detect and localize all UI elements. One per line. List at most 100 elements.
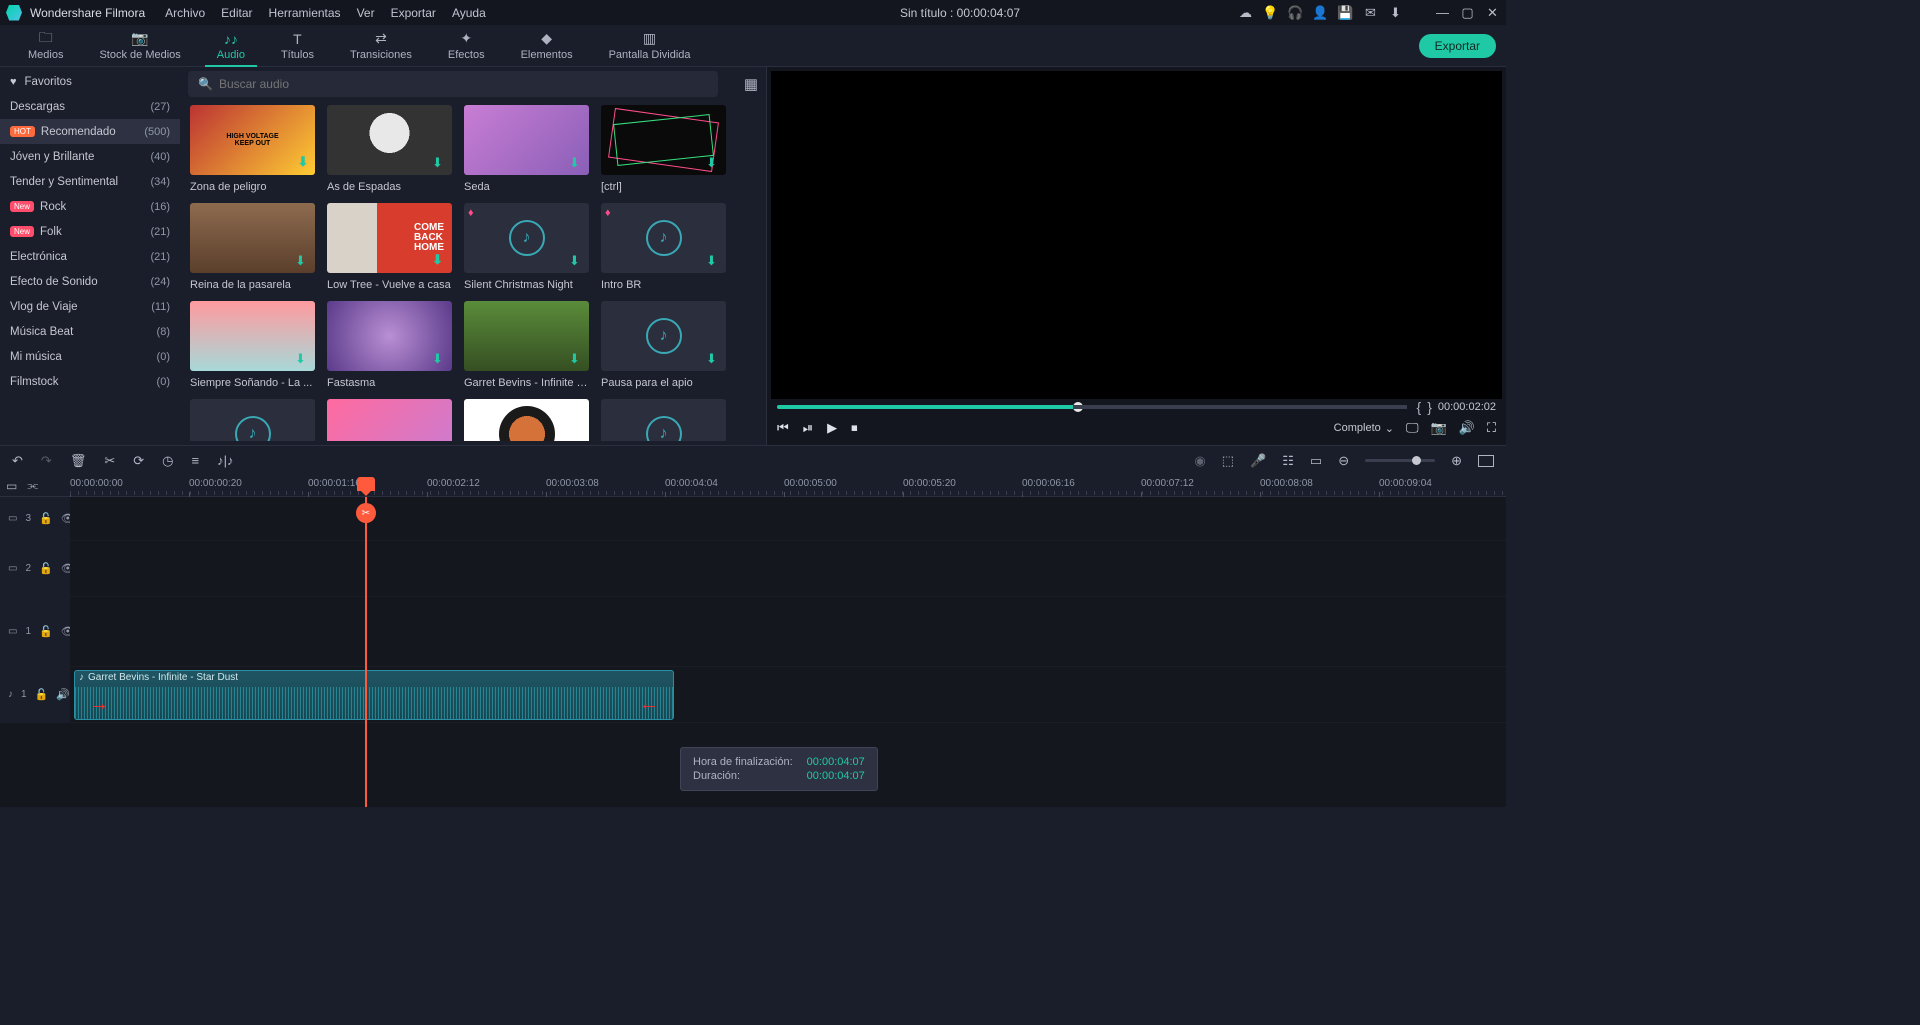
tab-transiciones[interactable]: ⇄Transiciones (332, 28, 430, 64)
sidebar-item[interactable]: ♥Favoritos (0, 69, 180, 94)
lock-icon[interactable]: 🔓 (39, 562, 53, 575)
snapshot-icon[interactable]: 📷 (1431, 420, 1447, 436)
zoom-slider[interactable] (1365, 459, 1435, 462)
download-icon[interactable]: ⬇ (295, 351, 311, 367)
asset-thumb[interactable]: ♦♪⬇ (464, 203, 589, 273)
speaker-icon[interactable]: 🔊 (56, 688, 70, 701)
lock-icon[interactable]: 🔓 (35, 688, 49, 701)
play-pause-icon[interactable]: ⏯ (803, 420, 813, 436)
minimize-icon[interactable]: — (1435, 5, 1450, 20)
scrubber-handle[interactable] (1073, 402, 1083, 412)
asset-item[interactable]: ⬇Cinta Roja (464, 399, 589, 441)
asset-item[interactable]: ♪⬇Pausa para el apio (601, 301, 726, 389)
zoom-out-icon[interactable]: ⊖ (1338, 453, 1349, 469)
playhead-head[interactable] (357, 477, 375, 491)
asset-item[interactable]: ⬇Fastasma (327, 301, 452, 389)
download-icon[interactable]: ⬇ (295, 155, 311, 171)
sidebar-item[interactable]: HOTRecomendado(500) (0, 119, 180, 144)
tab-títulos[interactable]: TTítulos (263, 28, 332, 64)
asset-thumb[interactable]: ♦♪⬇ (601, 203, 726, 273)
menu-archivo[interactable]: Archivo (157, 6, 213, 20)
zoom-handle[interactable] (1412, 456, 1421, 465)
zoom-fit-icon[interactable] (1478, 455, 1494, 467)
audio-clip[interactable]: ♪Garret Bevins - Infinite - Star Dust → … (74, 670, 674, 720)
prev-frame-icon[interactable]: ⏮ (777, 420, 789, 436)
close-icon[interactable]: ✕ (1485, 5, 1500, 20)
asset-item[interactable]: ♪⬇Disparo láser (190, 399, 315, 441)
headphones-icon[interactable]: 🎧 (1288, 5, 1303, 20)
sidebar-item[interactable]: Filmstock(0) (0, 369, 180, 394)
stop-icon[interactable]: ⏹ (851, 420, 858, 436)
menu-exportar[interactable]: Exportar (383, 6, 444, 20)
save-icon[interactable]: 💾 (1338, 5, 1353, 20)
menu-ver[interactable]: Ver (349, 6, 383, 20)
download-icon[interactable]: ⬇ (706, 351, 722, 367)
redo-icon[interactable]: ↷ (41, 453, 52, 469)
track-body[interactable] (70, 541, 1506, 596)
asset-item[interactable]: ♪⬇Mouse click (601, 399, 726, 441)
render-icon[interactable]: ▭ (1310, 453, 1322, 469)
asset-thumb[interactable]: COMEBACKHOME⬇ (327, 203, 452, 273)
undo-icon[interactable]: ↶ (12, 453, 23, 469)
asset-item[interactable]: ⬇Garret Bevins - Infinite - ... (464, 301, 589, 389)
tab-medios[interactable]: 🗀Medios (10, 28, 81, 64)
export-button[interactable]: Exportar (1419, 34, 1496, 58)
mail-icon[interactable]: ✉ (1363, 5, 1378, 20)
adjust-icon[interactable]: ≡ (191, 453, 199, 468)
duration-icon[interactable]: ◷ (162, 453, 173, 469)
asset-thumb[interactable]: ⬇ (601, 105, 726, 175)
track-body[interactable]: ♪Garret Bevins - Infinite - Star Dust → … (70, 667, 1506, 722)
playhead-cut-icon[interactable]: ✂ (356, 503, 376, 523)
sidebar-item[interactable]: Tender y Sentimental(34) (0, 169, 180, 194)
asset-thumb[interactable]: ♪⬇ (190, 399, 315, 441)
lightbulb-icon[interactable]: 💡 (1263, 5, 1278, 20)
asset-item[interactable]: HIGH VOLTAGEKEEP OUT⬇Zona de peligro (190, 105, 315, 193)
asset-item[interactable]: ⬇No lo detengas (327, 399, 452, 441)
play-icon[interactable]: ▶ (827, 420, 837, 436)
lock-icon[interactable]: 🔓 (39, 625, 53, 638)
marker-icon[interactable]: ⬚ (1222, 453, 1234, 469)
tab-pantalla-dividida[interactable]: ▥Pantalla Dividida (591, 28, 709, 64)
sidebar-item[interactable]: Vlog de Viaje(11) (0, 294, 180, 319)
user-icon[interactable]: 👤 (1313, 5, 1328, 20)
asset-item[interactable]: ⬇Seda (464, 105, 589, 193)
search-box[interactable]: 🔍 (188, 71, 718, 97)
tab-stock-de-medios[interactable]: 📷Stock de Medios (81, 28, 198, 64)
sidebar-item[interactable]: Música Beat(8) (0, 319, 180, 344)
preview-scrubber[interactable] (777, 405, 1407, 409)
asset-item[interactable]: ⬇[ctrl] (601, 105, 726, 193)
audio-sync-icon[interactable]: ♪|♪ (217, 453, 233, 468)
split-icon[interactable]: ✂ (104, 453, 115, 469)
timeline-ruler[interactable]: ▭ ⫘ 00:00:00:0000:00:00:2000:00:01:1600:… (0, 475, 1506, 497)
maximize-icon[interactable]: ▢ (1460, 5, 1475, 20)
menu-editar[interactable]: Editar (213, 6, 260, 20)
download-icon[interactable]: ⬇ (295, 253, 311, 269)
tab-audio[interactable]: ♪♪Audio (199, 28, 263, 64)
sidebar-item[interactable]: Electrónica(21) (0, 244, 180, 269)
download-icon[interactable]: ⬇ (432, 155, 448, 171)
asset-thumb[interactable]: ⬇ (464, 105, 589, 175)
sidebar-item[interactable]: Jóven y Brillante(40) (0, 144, 180, 169)
download-icon[interactable]: ⬇ (432, 351, 448, 367)
display-icon[interactable]: 🖵 (1406, 420, 1419, 436)
asset-item[interactable]: ♦♪⬇Intro BR (601, 203, 726, 291)
sidebar-item[interactable]: NewFolk(21) (0, 219, 180, 244)
delete-icon[interactable]: 🗑 (70, 453, 87, 469)
download-icon[interactable]: ⬇ (569, 351, 585, 367)
asset-thumb[interactable]: ⬇ (327, 301, 452, 371)
asset-thumb[interactable]: ⬇ (190, 203, 315, 273)
fullscreen-icon[interactable]: ⛶ (1487, 420, 1496, 436)
asset-thumb[interactable]: ⬇ (464, 399, 589, 441)
download-icon[interactable]: ⬇ (569, 253, 585, 269)
tab-efectos[interactable]: ✦Efectos (430, 28, 503, 64)
lock-icon[interactable]: 🔓 (39, 512, 53, 525)
link-icon[interactable]: ⫘ (27, 478, 38, 493)
tab-elementos[interactable]: ◆Elementos (503, 28, 591, 64)
track-body[interactable] (70, 497, 1506, 540)
asset-item[interactable]: ⬇Reina de la pasarela (190, 203, 315, 291)
sidebar-item[interactable]: NewRock(16) (0, 194, 180, 219)
search-input[interactable] (219, 77, 708, 91)
menu-ayuda[interactable]: Ayuda (444, 6, 494, 20)
grid-view-icon[interactable]: ▦ (744, 75, 758, 93)
volume-icon[interactable]: 🔊 (1459, 420, 1475, 436)
